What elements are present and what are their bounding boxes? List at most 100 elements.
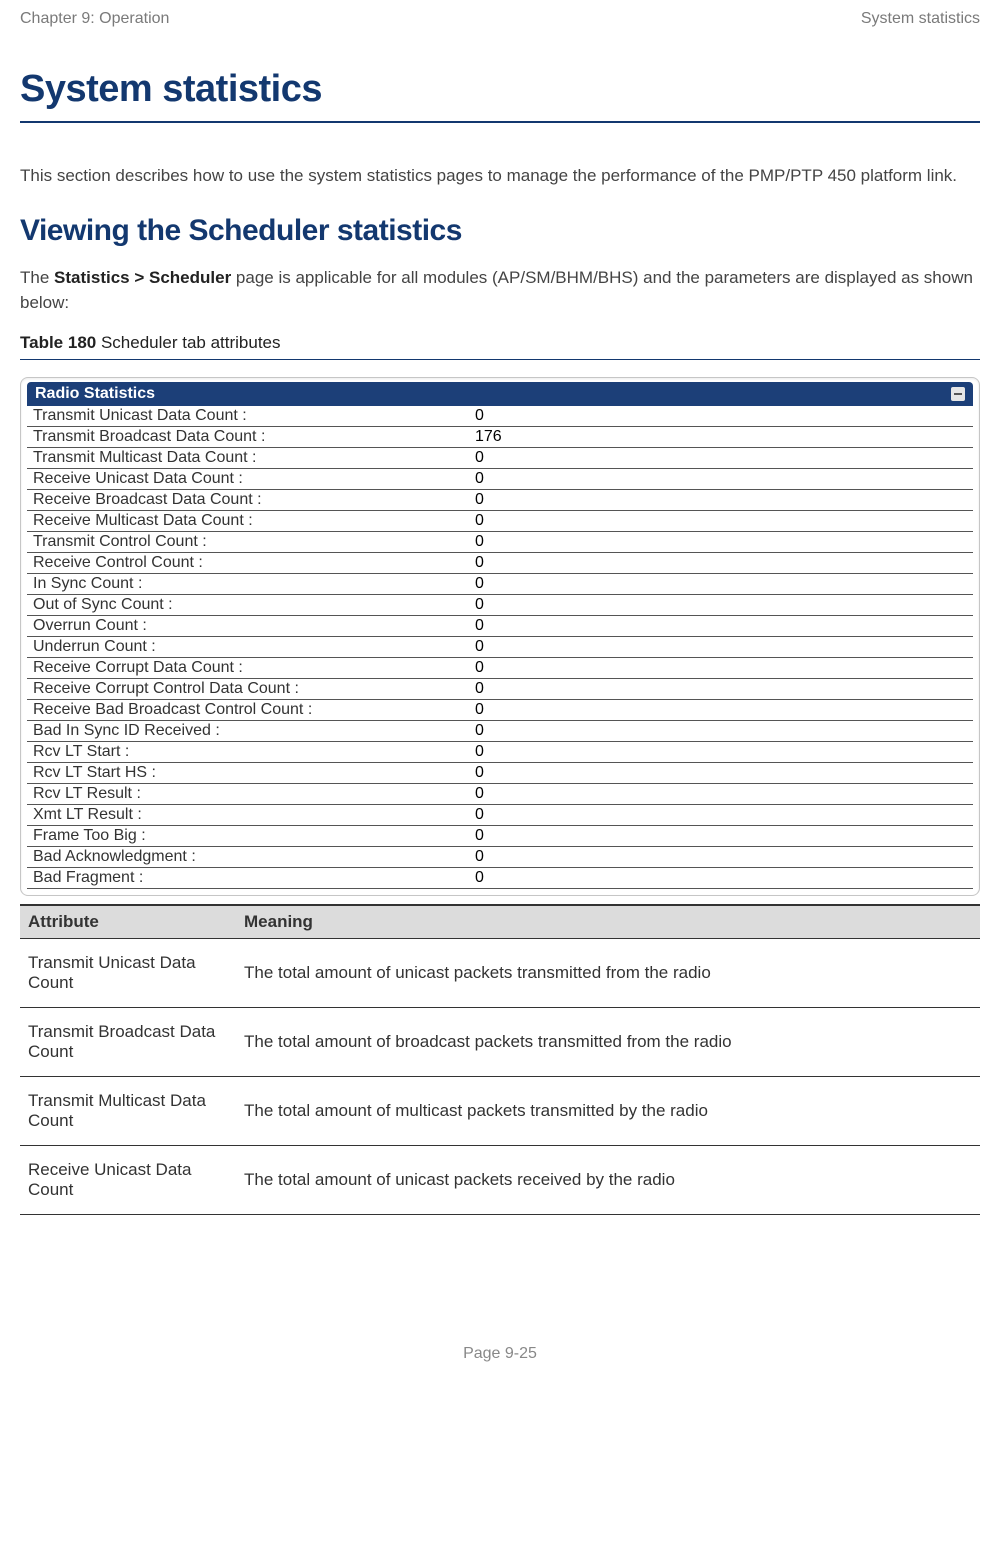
attr-row: Transmit Unicast Data CountThe total amo… (20, 938, 980, 1007)
attr-name: Transmit Multicast Data Count (20, 1076, 236, 1145)
stats-label: Transmit Broadcast Data Count : (27, 426, 469, 447)
stats-label: Transmit Multicast Data Count : (27, 447, 469, 468)
stats-row: Rcv LT Start :0 (27, 741, 973, 762)
stats-label: In Sync Count : (27, 573, 469, 594)
stats-row: Underrun Count :0 (27, 636, 973, 657)
stats-value: 0 (469, 573, 973, 594)
stats-row: In Sync Count :0 (27, 573, 973, 594)
stats-row: Transmit Control Count :0 (27, 531, 973, 552)
stats-value: 0 (469, 699, 973, 720)
attr-name: Transmit Broadcast Data Count (20, 1007, 236, 1076)
stats-row: Transmit Broadcast Data Count :176 (27, 426, 973, 447)
stats-label: Rcv LT Start : (27, 741, 469, 762)
radio-statistics-panel: Radio Statistics Transmit Unicast Data C… (20, 377, 980, 896)
stats-label: Bad In Sync ID Received : (27, 720, 469, 741)
intro-paragraph: This section describes how to use the sy… (20, 163, 980, 189)
radio-statistics-table: Transmit Unicast Data Count :0Transmit B… (27, 406, 973, 889)
attr-meaning: The total amount of multicast packets tr… (236, 1076, 980, 1145)
stats-row: Receive Broadcast Data Count :0 (27, 489, 973, 510)
attr-header-attribute: Attribute (20, 905, 236, 939)
para-bold: Statistics > Scheduler (54, 268, 231, 287)
panel-title-text: Radio Statistics (35, 385, 155, 403)
stats-label: Receive Unicast Data Count : (27, 468, 469, 489)
attr-name: Transmit Unicast Data Count (20, 938, 236, 1007)
stats-value: 0 (469, 762, 973, 783)
stats-label: Receive Multicast Data Count : (27, 510, 469, 531)
attr-row: Transmit Multicast Data CountThe total a… (20, 1076, 980, 1145)
stats-label: Rcv LT Result : (27, 783, 469, 804)
stats-value: 0 (469, 636, 973, 657)
stats-row: Receive Bad Broadcast Control Count :0 (27, 699, 973, 720)
stats-value: 0 (469, 678, 973, 699)
stats-value: 0 (469, 531, 973, 552)
stats-label: Receive Control Count : (27, 552, 469, 573)
attr-row: Receive Unicast Data CountThe total amou… (20, 1145, 980, 1214)
stats-row: Bad Acknowledgment :0 (27, 846, 973, 867)
stats-row: Rcv LT Start HS :0 (27, 762, 973, 783)
stats-label: Receive Corrupt Control Data Count : (27, 678, 469, 699)
stats-value: 0 (469, 867, 973, 888)
attr-meaning: The total amount of unicast packets tran… (236, 938, 980, 1007)
stats-value: 0 (469, 804, 973, 825)
stats-value: 0 (469, 468, 973, 489)
attribute-table: Attribute Meaning Transmit Unicast Data … (20, 904, 980, 1215)
stats-label: Receive Corrupt Data Count : (27, 657, 469, 678)
page-header: Chapter 9: Operation System statistics (20, 10, 980, 28)
table-caption: Table 180 Scheduler tab attributes (20, 333, 980, 360)
stats-row: Overrun Count :0 (27, 615, 973, 636)
stats-label: Xmt LT Result : (27, 804, 469, 825)
stats-label: Receive Bad Broadcast Control Count : (27, 699, 469, 720)
stats-value: 0 (469, 846, 973, 867)
page-title: System statistics (20, 68, 980, 123)
header-right: System statistics (861, 10, 980, 28)
stats-row: Rcv LT Result :0 (27, 783, 973, 804)
stats-row: Receive Unicast Data Count :0 (27, 468, 973, 489)
stats-row: Out of Sync Count :0 (27, 594, 973, 615)
stats-value: 0 (469, 552, 973, 573)
stats-label: Transmit Control Count : (27, 531, 469, 552)
header-left: Chapter 9: Operation (20, 10, 169, 28)
panel-title-bar: Radio Statistics (27, 382, 973, 406)
attr-header-meaning: Meaning (236, 905, 980, 939)
caption-rest: Scheduler tab attributes (96, 333, 280, 352)
stats-label: Bad Acknowledgment : (27, 846, 469, 867)
caption-bold: Table 180 (20, 333, 96, 352)
attr-meaning: The total amount of broadcast packets tr… (236, 1007, 980, 1076)
section-paragraph: The Statistics > Scheduler page is appli… (20, 265, 980, 316)
stats-value: 0 (469, 510, 973, 531)
stats-value: 0 (469, 825, 973, 846)
stats-label: Rcv LT Start HS : (27, 762, 469, 783)
stats-value: 0 (469, 720, 973, 741)
stats-row: Receive Control Count :0 (27, 552, 973, 573)
stats-label: Bad Fragment : (27, 867, 469, 888)
stats-value: 0 (469, 489, 973, 510)
attr-meaning: The total amount of unicast packets rece… (236, 1145, 980, 1214)
stats-row: Xmt LT Result :0 (27, 804, 973, 825)
stats-value: 0 (469, 406, 973, 427)
stats-label: Overrun Count : (27, 615, 469, 636)
stats-value: 0 (469, 783, 973, 804)
stats-label: Receive Broadcast Data Count : (27, 489, 469, 510)
stats-value: 0 (469, 594, 973, 615)
stats-value: 0 (469, 447, 973, 468)
stats-row: Receive Corrupt Data Count :0 (27, 657, 973, 678)
stats-label: Frame Too Big : (27, 825, 469, 846)
stats-row: Receive Multicast Data Count :0 (27, 510, 973, 531)
stats-row: Bad Fragment :0 (27, 867, 973, 888)
collapse-icon[interactable] (951, 387, 965, 401)
para-prefix: The (20, 268, 54, 287)
stats-label: Underrun Count : (27, 636, 469, 657)
page-footer: Page 9-25 (20, 1345, 980, 1363)
stats-row: Receive Corrupt Control Data Count :0 (27, 678, 973, 699)
stats-label: Transmit Unicast Data Count : (27, 406, 469, 427)
section-heading: Viewing the Scheduler statistics (20, 214, 980, 248)
stats-value: 0 (469, 741, 973, 762)
stats-row: Frame Too Big :0 (27, 825, 973, 846)
attr-row: Transmit Broadcast Data CountThe total a… (20, 1007, 980, 1076)
stats-value: 0 (469, 657, 973, 678)
attr-name: Receive Unicast Data Count (20, 1145, 236, 1214)
stats-value: 176 (469, 426, 973, 447)
stats-row: Transmit Unicast Data Count :0 (27, 406, 973, 427)
stats-value: 0 (469, 615, 973, 636)
stats-row: Bad In Sync ID Received :0 (27, 720, 973, 741)
